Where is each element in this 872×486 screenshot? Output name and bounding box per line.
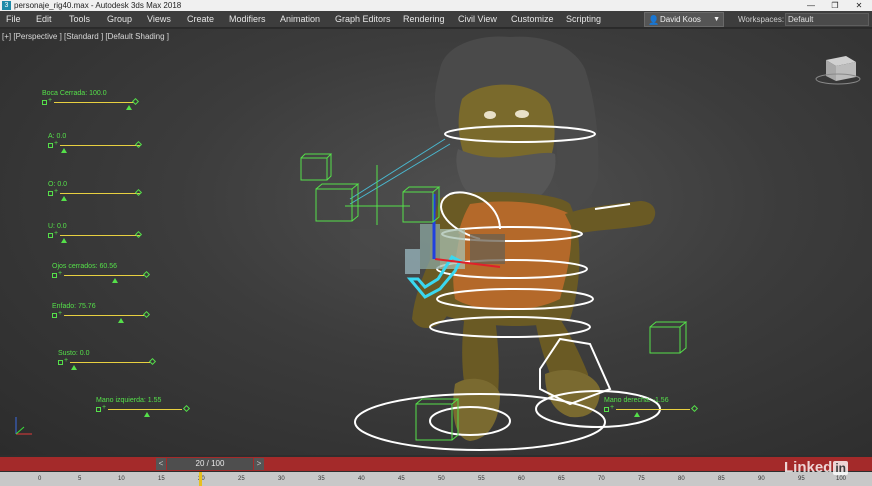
slider-reset-box[interactable] xyxy=(42,100,47,105)
chevron-down-icon: ▼ xyxy=(713,16,720,23)
restore-icon[interactable]: ❐ xyxy=(822,0,848,11)
tick-label: 40 xyxy=(358,476,365,482)
minimize-icon[interactable]: — xyxy=(798,0,824,11)
tick-label: 45 xyxy=(398,476,405,482)
tick-label: 90 xyxy=(758,476,765,482)
tick-label: 35 xyxy=(318,476,325,482)
current-frame-marker xyxy=(199,472,202,486)
menu-views[interactable]: Views xyxy=(147,11,171,28)
menu-rendering[interactable]: Rendering xyxy=(403,11,445,28)
tick-label: 100 xyxy=(836,476,847,482)
slider-track[interactable] xyxy=(70,362,150,363)
3ds-max-icon: 3 xyxy=(2,1,11,10)
track-bar-ruler[interactable]: 0 5 10 15 20 25 30 35 40 45 50 55 60 65 … xyxy=(0,472,872,486)
time-slider-bar: < 20 / 100 > 0 5 10 15 20 25 30 35 40 45… xyxy=(0,455,872,486)
slider-reset-box[interactable] xyxy=(52,273,57,278)
slider-label: U: 0.0 xyxy=(48,223,67,230)
user-icon: 👤 xyxy=(648,15,660,25)
menu-bar: File Edit Tools Group Views Create Modif… xyxy=(0,11,872,28)
slider-label: Enfado: 75.76 xyxy=(52,303,96,310)
time-slider-track[interactable] xyxy=(0,457,872,471)
perspective-viewport[interactable]: [+] [Perspective ] [Standard ] [Default … xyxy=(0,29,872,455)
app-window: 3 personaje_rig40.max - Autodesk 3ds Max… xyxy=(0,0,872,486)
slider-label: Ojos cerrados: 60.56 xyxy=(52,263,117,270)
slider-handle[interactable] xyxy=(61,196,67,201)
slider-track[interactable] xyxy=(64,275,144,276)
menu-create[interactable]: Create xyxy=(187,11,214,28)
slider-track[interactable] xyxy=(60,235,140,236)
menu-file[interactable]: File xyxy=(6,11,21,28)
tick-label: 10 xyxy=(118,476,125,482)
tick-label: 80 xyxy=(678,476,685,482)
tick-label: 50 xyxy=(438,476,445,482)
slider-reset-box[interactable] xyxy=(58,360,63,365)
slider-track[interactable] xyxy=(54,102,134,103)
window-title: personaje_rig40.max - Autodesk 3ds Max 2… xyxy=(14,1,182,10)
watermark-badge: in xyxy=(833,461,849,475)
menu-graph-editors[interactable]: Graph Editors xyxy=(335,11,391,28)
slider-reset-box[interactable] xyxy=(48,233,53,238)
slider-handle[interactable] xyxy=(61,148,67,153)
menu-tools[interactable]: Tools xyxy=(69,11,90,28)
slider-handle[interactable] xyxy=(71,365,77,370)
slider-label: Mano izquierda: 1.55 xyxy=(96,397,162,404)
time-slider-handle[interactable]: 20 / 100 xyxy=(167,458,253,470)
character-scene xyxy=(15,36,861,451)
slider-reset-box[interactable] xyxy=(96,407,101,412)
prev-frame-button[interactable]: < xyxy=(156,458,166,470)
slider-label: Susto: 0.0 xyxy=(58,350,90,357)
workspace-select[interactable]: Default xyxy=(785,13,869,26)
tick-label: 65 xyxy=(558,476,565,482)
tick-label: 5 xyxy=(78,476,82,482)
slider-handle[interactable] xyxy=(118,318,124,323)
slider-track[interactable] xyxy=(108,409,182,410)
axis-tripod-icon xyxy=(15,417,32,435)
slider-reset-box[interactable] xyxy=(48,143,53,148)
view-cube-icon xyxy=(815,56,861,85)
viewport-label[interactable]: [+] [Perspective ] [Standard ] [Default … xyxy=(2,32,169,41)
tick-label: 95 xyxy=(798,476,805,482)
slider-handle[interactable] xyxy=(61,238,67,243)
tick-label: 25 xyxy=(238,476,245,482)
tick-label: 30 xyxy=(278,476,285,482)
menu-customize[interactable]: Customize xyxy=(511,11,554,28)
menu-civil-view[interactable]: Civil View xyxy=(458,11,497,28)
linkedin-watermark: Linked in xyxy=(784,459,849,476)
slider-label: A: 0.0 xyxy=(48,133,67,140)
user-name: David Koos xyxy=(660,15,701,24)
slider-reset-box[interactable] xyxy=(52,313,57,318)
slider-reset-box[interactable] xyxy=(604,407,609,412)
tick-label: 85 xyxy=(718,476,725,482)
slider-label: Boca Cerrada: 100.0 xyxy=(42,90,107,97)
slider-handle[interactable] xyxy=(144,412,150,417)
slider-handle[interactable] xyxy=(126,105,132,110)
next-frame-button[interactable]: > xyxy=(254,458,264,470)
tick-label: 75 xyxy=(638,476,645,482)
slider-track[interactable] xyxy=(616,409,690,410)
slider-reset-box[interactable] xyxy=(48,191,53,196)
slider-track[interactable] xyxy=(64,315,144,316)
slider-label: O: 0.0 xyxy=(48,181,68,188)
menu-animation[interactable]: Animation xyxy=(280,11,320,28)
title-bar: 3 personaje_rig40.max - Autodesk 3ds Max… xyxy=(0,0,872,11)
tick-label: 60 xyxy=(518,476,525,482)
menu-edit[interactable]: Edit xyxy=(36,11,52,28)
close-icon[interactable]: ✕ xyxy=(846,0,872,11)
slider-handle[interactable] xyxy=(112,278,118,283)
menu-group[interactable]: Group xyxy=(107,11,132,28)
tick-label: 0 xyxy=(38,476,42,482)
slider-handle[interactable] xyxy=(634,412,640,417)
watermark-text: Linked xyxy=(784,459,833,476)
slider-track[interactable] xyxy=(60,145,140,146)
tick-label: 15 xyxy=(158,476,165,482)
user-account-dropdown[interactable]: 👤 David Koos ▼ xyxy=(644,12,724,27)
workspaces-label: Workspaces: xyxy=(738,15,785,24)
menu-scripting[interactable]: Scripting xyxy=(566,11,601,28)
tick-label: 70 xyxy=(598,476,605,482)
menu-modifiers[interactable]: Modifiers xyxy=(229,11,266,28)
tick-label: 55 xyxy=(478,476,485,482)
slider-track[interactable] xyxy=(60,193,140,194)
slider-label: Mano derecha: -1.56 xyxy=(604,397,669,404)
